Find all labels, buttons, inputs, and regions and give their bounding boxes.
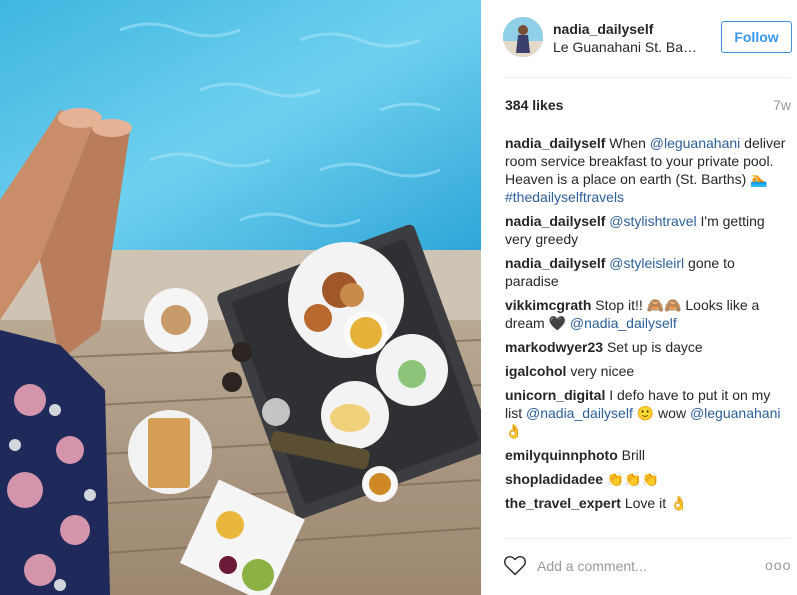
post-photo[interactable] (0, 0, 481, 595)
post-photo-illustration (0, 0, 481, 595)
comment-text: 👏👏👏 (603, 471, 660, 487)
comment-item: nadia_dailyself @stylishtravel I'm getti… (505, 212, 787, 248)
post-sidebar: nadia_dailyself Le Guanahani St. Barths … (481, 0, 797, 595)
comment-text: 👌 (505, 423, 523, 439)
comment-item: nadia_dailyself When @leguanahani delive… (505, 134, 787, 206)
comment-author[interactable]: unicorn_digital (505, 387, 605, 403)
comment-author[interactable]: nadia_dailyself (505, 255, 605, 271)
mention-link[interactable]: @nadia_dailyself (570, 315, 677, 331)
divider (503, 538, 790, 539)
comment-text: Set up is dayce (603, 339, 703, 355)
comment-author[interactable]: nadia_dailyself (505, 135, 605, 151)
more-options-icon[interactable]: ooo (765, 557, 791, 573)
hashtag-link[interactable]: #thedailyselftravels (505, 189, 624, 205)
comment-author[interactable]: igalcohol (505, 363, 566, 379)
comment-text: very nicee (566, 363, 635, 379)
comment-item: emilyquinnphoto Brill (505, 446, 787, 464)
location-link[interactable]: Le Guanahani St. Barths (553, 39, 701, 55)
follow-button[interactable]: Follow (721, 21, 792, 53)
username[interactable]: nadia_dailyself (553, 21, 653, 37)
comments-list: nadia_dailyself When @leguanahani delive… (505, 134, 787, 518)
mention-link[interactable]: @nadia_dailyself (526, 405, 633, 421)
post-header: nadia_dailyself Le Guanahani St. Barths … (481, 0, 797, 77)
comment-text: 🙂 wow (632, 405, 690, 421)
mention-link[interactable]: @stylishtravel (609, 213, 696, 229)
comment-item: nadia_dailyself @styleisleirl gone to pa… (505, 254, 787, 290)
comment-item: markodwyer23 Set up is dayce (505, 338, 787, 356)
avatar-image (503, 17, 543, 57)
mention-link[interactable]: @leguanahani (650, 135, 741, 151)
mention-link[interactable]: @styleisleirl (609, 255, 684, 271)
comment-item: igalcohol very nicee (505, 362, 787, 380)
avatar[interactable] (503, 17, 543, 57)
comment-author[interactable]: markodwyer23 (505, 339, 603, 355)
comment-input[interactable] (537, 556, 757, 576)
heart-outline-icon[interactable] (503, 554, 527, 576)
mention-link[interactable]: @leguanahani (690, 405, 781, 421)
comment-text: When (605, 135, 650, 151)
comment-item: shopladidadee 👏👏👏 (505, 470, 787, 488)
divider (503, 77, 790, 78)
comment-item: the_travel_expert Love it 👌 (505, 494, 787, 512)
comment-author[interactable]: shopladidadee (505, 471, 603, 487)
comment-author[interactable]: emilyquinnphoto (505, 447, 618, 463)
comment-item: unicorn_digital I defo have to put it on… (505, 386, 787, 440)
comment-item: vikkimcgrath Stop it!! 🙈🙈 Looks like a d… (505, 296, 787, 332)
likes-count[interactable]: 384 likes (505, 97, 563, 113)
comment-text: Brill (617, 447, 645, 463)
comment-author[interactable]: vikkimcgrath (505, 297, 591, 313)
comment-author[interactable]: the_travel_expert (505, 495, 621, 511)
post-time[interactable]: 7w (773, 97, 791, 113)
comment-author[interactable]: nadia_dailyself (505, 213, 605, 229)
comment-text: Love it 👌 (620, 495, 688, 511)
